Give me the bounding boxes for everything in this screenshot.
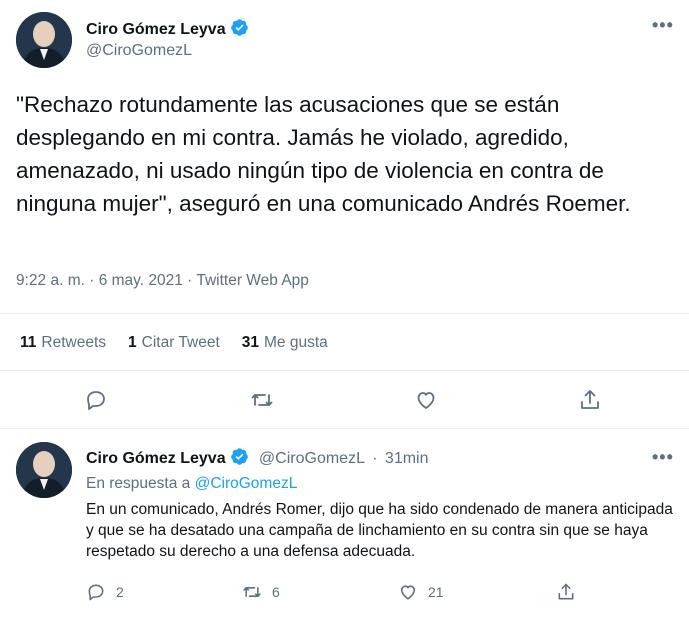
divider [0, 313, 689, 314]
tweet-timestamp[interactable]: 9:22 a. m. · 6 may. 2021 · Twitter Web A… [16, 272, 309, 290]
avatar[interactable] [16, 442, 72, 498]
likes-stat[interactable]: 31 Me gusta [242, 334, 328, 352]
tweet-stats: 11 Retweets 1 Citar Tweet 31 Me gusta [20, 334, 328, 352]
in-reply-handle-link[interactable]: @CiroGomezL [195, 475, 298, 492]
more-options-icon[interactable]: ••• [652, 16, 674, 34]
divider [0, 428, 689, 429]
author-header: Ciro Gómez Leyva @CiroGomezL [86, 18, 249, 60]
reply-text: En un comunicado, Andrés Romer, dijo que… [86, 501, 673, 560]
reply-icon[interactable] [84, 388, 108, 412]
more-options-icon[interactable]: ••• [652, 448, 674, 466]
retweet-count: 6 [272, 584, 280, 600]
quotes-count: 1 [128, 334, 137, 351]
retweets-label: Retweets [41, 334, 107, 351]
like-heart-icon[interactable] [414, 388, 438, 412]
likes-count: 31 [241, 334, 259, 351]
retweets-count: 11 [20, 334, 37, 351]
separator-dot: · [372, 450, 378, 467]
reply-time[interactable]: 31min [385, 450, 429, 467]
reply-count: 2 [116, 584, 124, 600]
retweets-stat[interactable]: 11 Retweets [20, 334, 106, 352]
share-icon [558, 583, 574, 600]
share-icon[interactable] [578, 388, 602, 412]
author-name[interactable]: Ciro Gómez Leyva [86, 21, 226, 38]
like-heart-icon [400, 585, 416, 600]
reply-author-handle[interactable]: @CiroGomezL [259, 450, 365, 467]
like-count: 21 [428, 584, 444, 600]
avatar[interactable] [16, 12, 72, 68]
in-reply-to: En respuesta a @CiroGomezL [86, 475, 297, 493]
quotes-stat[interactable]: 1 Citar Tweet [128, 334, 220, 352]
retweet-action[interactable]: 6 [242, 582, 280, 602]
divider [0, 370, 689, 371]
quotes-label: Citar Tweet [141, 334, 220, 351]
tweet-text: "Rechazo rotundamente las acusaciones qu… [16, 92, 631, 216]
likes-label: Me gusta [264, 334, 328, 351]
verified-badge-icon [230, 447, 249, 466]
retweet-icon [243, 587, 261, 597]
reply-actions: 2 6 21 [86, 582, 606, 604]
like-action[interactable]: 21 [398, 582, 444, 602]
reply-author-header: Ciro Gómez Leyva @CiroGomezL · 31min [86, 447, 429, 468]
verified-badge-icon [230, 18, 249, 37]
retweet-icon[interactable] [250, 388, 274, 412]
author-handle[interactable]: @CiroGomezL [86, 42, 249, 60]
reply-action[interactable]: 2 [86, 582, 124, 602]
tweet-actions [0, 388, 689, 414]
reply-author-name[interactable]: Ciro Gómez Leyva [86, 450, 226, 467]
in-reply-prefix: En respuesta a [86, 475, 191, 492]
reply-icon [88, 584, 104, 601]
share-action[interactable] [556, 582, 576, 602]
